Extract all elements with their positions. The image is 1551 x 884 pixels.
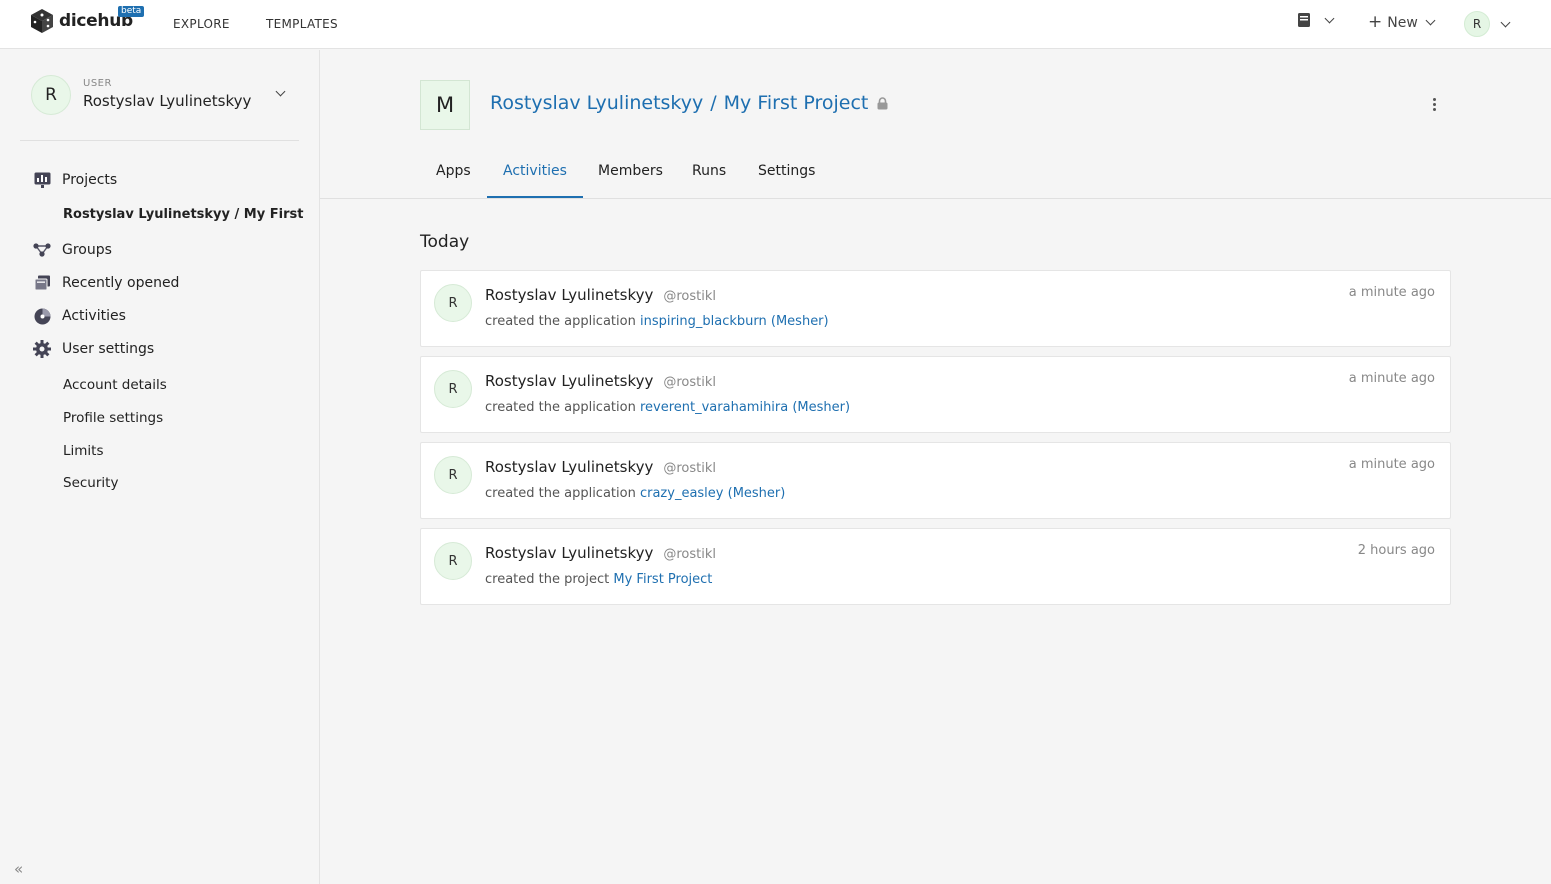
sidebar-item-projects[interactable]: Projects <box>33 171 117 189</box>
activity-user: Rostyslav Lyulinetskyy @rostikl <box>485 544 716 562</box>
user-handle: @rostikl <box>663 461 716 476</box>
beta-badge: beta <box>118 6 145 17</box>
activity-action: created the application <box>485 400 636 415</box>
activity-card: R Rostyslav Lyulinetskyy @rostikl created… <box>420 442 1451 519</box>
avatar: R <box>1464 11 1490 37</box>
tab-activities[interactable]: Activities <box>503 163 567 179</box>
activity-card: R Rostyslav Lyulinetskyy @rostikl created… <box>420 528 1451 605</box>
sidebar-item-profile-settings[interactable]: Profile settings <box>63 410 163 426</box>
chevron-down-icon <box>1324 13 1335 23</box>
chevron-down-icon <box>1425 15 1436 26</box>
sidebar-item-user-settings[interactable]: User settings <box>33 340 154 358</box>
sidebar-item-current-project[interactable]: Rostyslav Lyulinetskyy / My First <box>63 207 303 222</box>
sidebar-item-limits[interactable]: Limits <box>63 443 104 459</box>
new-button[interactable]: + New <box>1368 12 1436 32</box>
sidebar: R USER Rostyslav Lyulinetskyy Projects R… <box>0 50 320 884</box>
sidebar-item-label: Projects <box>62 172 118 188</box>
tab-members[interactable]: Members <box>598 163 663 179</box>
activity-target-link[interactable]: crazy_easley (Mesher) <box>640 486 785 501</box>
activity-card: R Rostyslav Lyulinetskyy @rostikl created… <box>420 270 1451 347</box>
activity-time: a minute ago <box>1348 371 1435 386</box>
nav-templates[interactable]: TEMPLATES <box>266 17 338 31</box>
avatar: R <box>434 284 472 322</box>
nav-explore[interactable]: EXPLORE <box>173 17 230 31</box>
sidebar-item-label: User settings <box>62 341 155 357</box>
user-menu[interactable]: R <box>1464 11 1511 37</box>
user-name[interactable]: Rostyslav Lyulinetskyy <box>485 286 653 304</box>
activities-icon <box>33 307 51 325</box>
user-handle: @rostikl <box>663 375 716 390</box>
user-name[interactable]: Rostyslav Lyulinetskyy <box>485 458 653 476</box>
activity-time: a minute ago <box>1348 285 1435 300</box>
activity-description: created the project My First Project <box>485 572 712 587</box>
activity-card: R Rostyslav Lyulinetskyy @rostikl created… <box>420 356 1451 433</box>
tab-runs[interactable]: Runs <box>692 163 726 179</box>
gear-icon <box>33 340 51 358</box>
sidebar-item-security[interactable]: Security <box>63 475 118 491</box>
projects-icon <box>33 171 51 189</box>
activity-target-link[interactable]: reverent_varahamihira (Mesher) <box>640 400 850 415</box>
sidebar-item-label: Activities <box>62 308 126 324</box>
docs-menu[interactable] <box>1297 12 1335 28</box>
sidebar-item-groups[interactable]: Groups <box>33 241 112 259</box>
top-bar: dicehub beta EXPLORE TEMPLATES + New R <box>0 0 1551 49</box>
user-name[interactable]: Rostyslav Lyulinetskyy <box>485 372 653 390</box>
tabs-divider <box>320 198 1551 199</box>
logo[interactable]: dicehub beta <box>30 6 145 34</box>
sidebar-item-label: Groups <box>62 242 112 258</box>
chevron-down-icon <box>1500 17 1511 27</box>
user-name[interactable]: Rostyslav Lyulinetskyy <box>485 544 653 562</box>
activity-user: Rostyslav Lyulinetskyy @rostikl <box>485 286 716 304</box>
book-icon <box>1298 13 1310 27</box>
avatar: R <box>434 456 472 494</box>
project-name-link[interactable]: My First Project <box>724 92 869 114</box>
tab-apps[interactable]: Apps <box>436 163 471 179</box>
sidebar-item-activities[interactable]: Activities <box>33 307 126 325</box>
activity-user: Rostyslav Lyulinetskyy @rostikl <box>485 458 716 476</box>
page-title: Rostyslav Lyulinetskyy / My First Projec… <box>490 92 888 114</box>
user-avatar: R <box>31 75 71 115</box>
plus-icon: + <box>1368 12 1383 32</box>
tab-settings[interactable]: Settings <box>758 163 815 179</box>
new-label: New <box>1387 14 1418 31</box>
user-name[interactable]: Rostyslav Lyulinetskyy <box>83 92 251 110</box>
sidebar-item-recently-opened[interactable]: Recently opened <box>33 274 179 292</box>
activity-user: Rostyslav Lyulinetskyy @rostikl <box>485 372 716 390</box>
title-separator: / <box>710 92 717 114</box>
activity-action: created the application <box>485 486 636 501</box>
project-owner-link[interactable]: Rostyslav Lyulinetskyy <box>490 92 703 114</box>
user-role: USER <box>83 78 112 89</box>
more-options-icon[interactable] <box>1433 98 1436 111</box>
activity-target-link[interactable]: inspiring_blackburn (Mesher) <box>640 314 829 329</box>
user-handle: @rostikl <box>663 547 716 562</box>
chevron-down-icon[interactable] <box>275 86 286 97</box>
section-title: Today <box>420 232 470 252</box>
activity-description: created the application crazy_easley (Me… <box>485 486 785 501</box>
divider <box>20 140 299 141</box>
groups-icon <box>33 241 51 259</box>
recent-icon <box>33 274 51 292</box>
avatar: R <box>434 370 472 408</box>
lock-icon <box>877 96 888 110</box>
user-handle: @rostikl <box>663 289 716 304</box>
activity-description: created the application reverent_varaham… <box>485 400 850 415</box>
activity-target-link[interactable]: My First Project <box>613 572 712 587</box>
project-avatar: M <box>420 80 470 130</box>
dice-logo-icon <box>31 9 53 33</box>
activity-action: created the project <box>485 572 610 587</box>
activity-time: a minute ago <box>1348 457 1435 472</box>
collapse-sidebar-button[interactable]: « <box>14 860 23 878</box>
activity-time: 2 hours ago <box>1357 543 1435 558</box>
activity-description: created the application inspiring_blackb… <box>485 314 829 329</box>
sidebar-item-label: Recently opened <box>62 275 180 291</box>
sidebar-item-account-details[interactable]: Account details <box>63 377 167 393</box>
activity-action: created the application <box>485 314 636 329</box>
avatar: R <box>434 542 472 580</box>
